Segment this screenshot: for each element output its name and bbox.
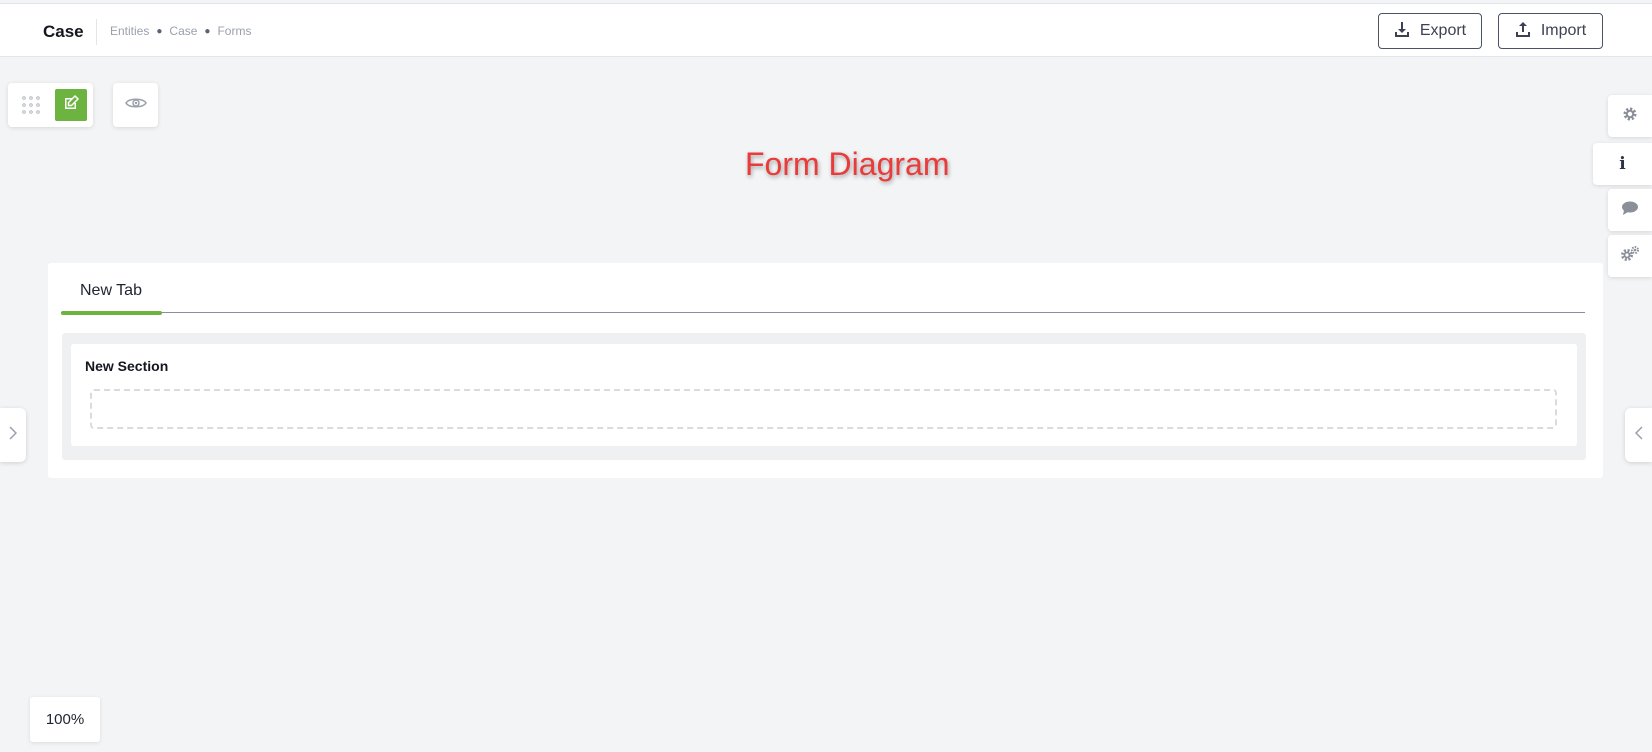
breadcrumb-separator: ● (156, 25, 163, 37)
form-card: New Tab New Section (48, 263, 1603, 478)
comment-icon (1621, 200, 1639, 221)
breadcrumb-separator: ● (204, 25, 211, 37)
eye-icon (124, 96, 147, 115)
import-label: Import (1540, 22, 1587, 39)
gears-icon (1620, 245, 1640, 268)
header-divider (96, 19, 97, 45)
preview-button[interactable] (113, 83, 158, 127)
comments-tool[interactable] (1608, 189, 1652, 231)
upload-icon (1515, 21, 1531, 42)
chevron-left-icon (1634, 425, 1643, 445)
breadcrumb-item-entities[interactable]: Entities (110, 24, 149, 38)
breadcrumb: Entities ● Case ● Forms (110, 24, 251, 38)
gear-icon (1622, 106, 1638, 127)
drag-grid-icon[interactable] (21, 95, 41, 115)
export-button[interactable]: Export (1378, 13, 1482, 49)
settings-tool[interactable] (1608, 95, 1652, 137)
edit-icon (62, 94, 80, 117)
info-tool[interactable]: i (1593, 143, 1652, 185)
page-title: Case (43, 22, 84, 41)
breadcrumb-item-case[interactable]: Case (169, 24, 197, 38)
import-button[interactable]: Import (1498, 13, 1603, 49)
tab-bar-underline (61, 312, 1585, 313)
export-label: Export (1419, 22, 1467, 39)
advanced-settings-tool[interactable] (1608, 235, 1652, 277)
expand-left-panel-button[interactable] (0, 408, 26, 462)
tab-new-tab[interactable]: New Tab (80, 282, 142, 300)
section-card[interactable]: New Section (71, 344, 1577, 446)
chevron-right-icon (9, 425, 18, 445)
edit-mode-button[interactable] (55, 89, 87, 121)
section-container: New Section (62, 333, 1586, 460)
expand-right-panel-button[interactable] (1625, 408, 1652, 462)
diagram-title: Form Diagram (745, 146, 950, 182)
section-title: New Section (85, 358, 169, 374)
info-icon: i (1619, 154, 1626, 174)
zoom-level[interactable]: 100% (30, 697, 100, 742)
active-tab-indicator (61, 311, 162, 315)
download-icon (1394, 21, 1410, 42)
top-header: Case Entities ● Case ● Forms Export Impo… (0, 3, 1652, 57)
breadcrumb-item-forms[interactable]: Forms (217, 24, 251, 38)
mode-toolbar (8, 83, 93, 127)
field-drop-zone[interactable] (90, 389, 1557, 429)
